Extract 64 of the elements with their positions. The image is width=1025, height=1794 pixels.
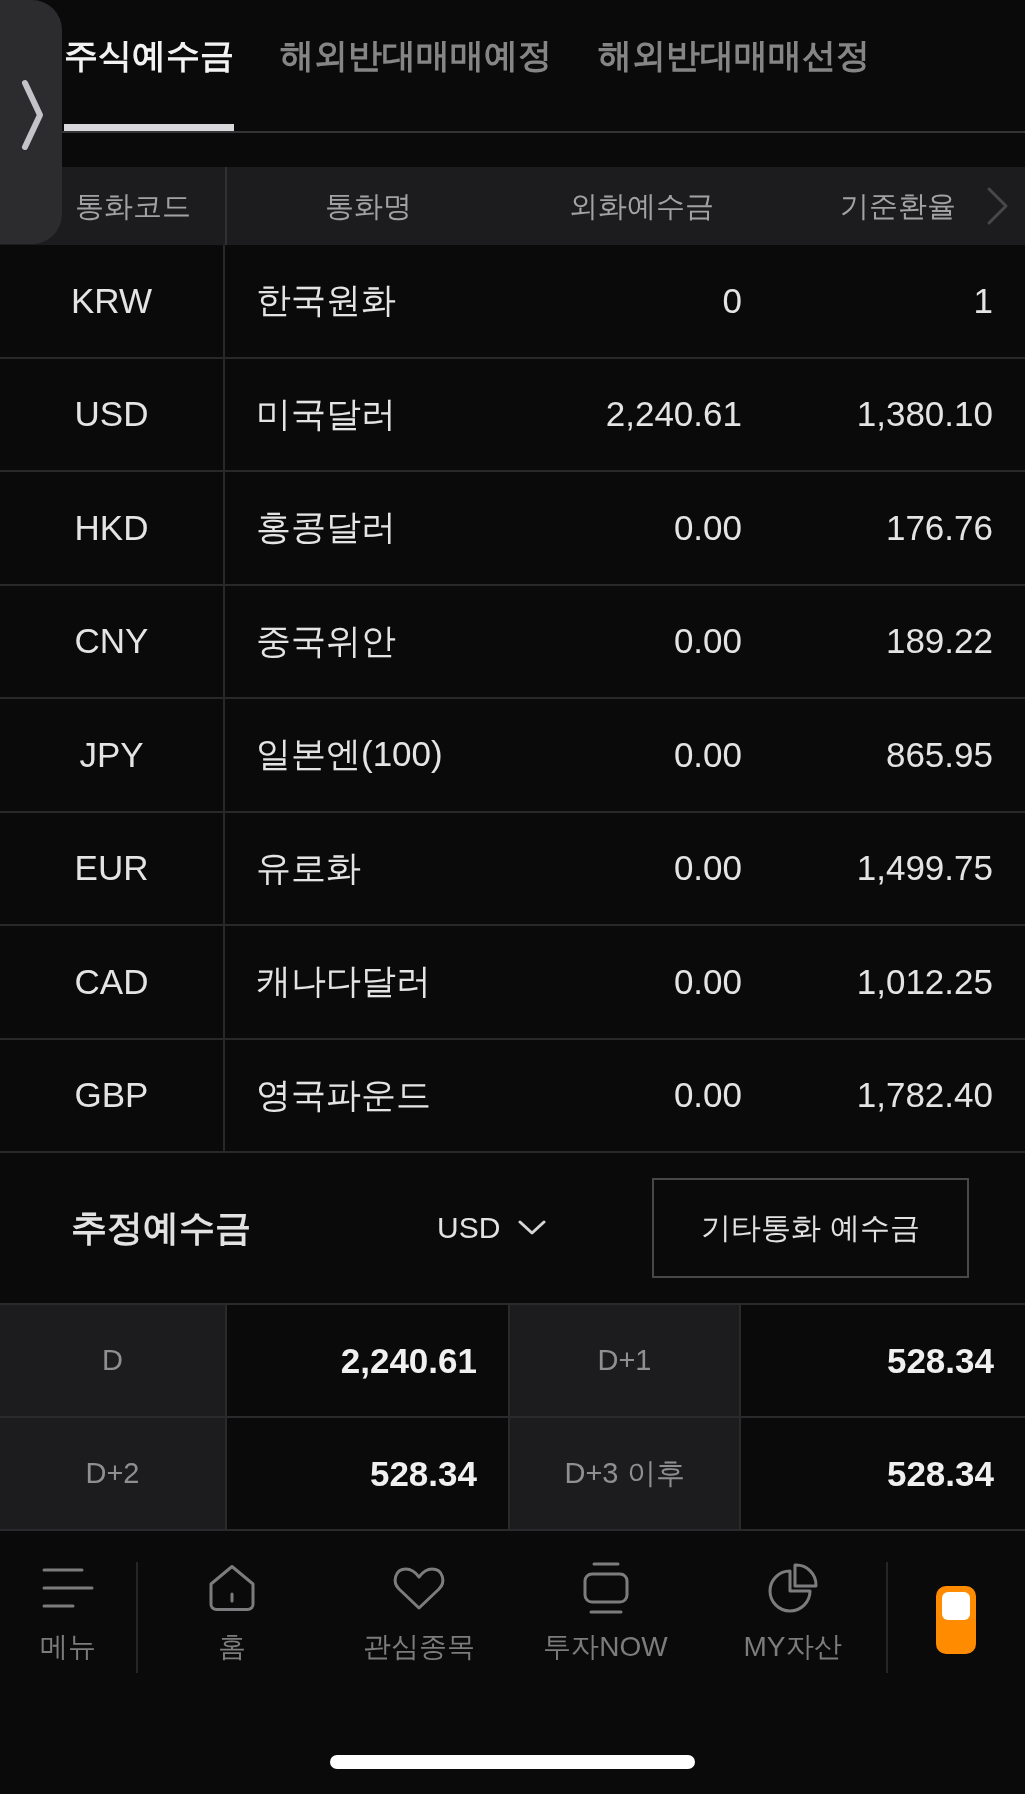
table-cell-text: 2,240.61: [604, 393, 743, 436]
table-cell-text: 0.00: [672, 620, 743, 663]
shortcut-button[interactable]: [936, 1586, 976, 1654]
table-cell: CNY: [0, 585, 225, 697]
table-cell-text: 0.00: [672, 733, 743, 776]
table-cell: 528.34: [227, 1418, 508, 1529]
table-cell: USD: [0, 358, 225, 470]
table-cell-text: 1: [972, 279, 994, 322]
nav-item[interactable]: MY자산: [699, 1531, 886, 1663]
row-header: D+2: [0, 1418, 225, 1529]
table-cell-text: 0.00: [672, 847, 743, 890]
table-cell: HKD: [0, 472, 225, 584]
column-header: 통화명: [324, 189, 412, 223]
table-cell-text: 0.00: [672, 960, 743, 1003]
table-cell: EUR: [0, 812, 225, 924]
table-cell-text: 유로화: [255, 846, 362, 889]
table-cell: 528.34: [741, 1305, 1025, 1416]
table-cell: GBP: [0, 1039, 225, 1151]
table-cell-text: 189.22: [884, 620, 994, 663]
table-cell-text: 홍콩달러: [255, 506, 397, 549]
row-header: D+3 이후: [510, 1418, 739, 1529]
pie-chart-icon: [766, 1562, 819, 1614]
nav-item[interactable]: 투자NOW: [512, 1531, 699, 1663]
table-cell: 2,240.61: [227, 1305, 508, 1416]
other-currency-button[interactable]: 기타통화 예수금: [652, 1178, 969, 1278]
toggle-switch-icon: [936, 1586, 976, 1654]
table-cell-text: 캐나다달러: [255, 960, 432, 1003]
home-icon: [207, 1564, 256, 1612]
table-cell-text: 176.76: [884, 506, 994, 549]
table-cell: 528.34: [741, 1418, 1025, 1529]
table-cell-text: 일본엔(100): [255, 733, 444, 776]
stacked-cards-icon: [582, 1562, 629, 1614]
table-cell-text: 미국달러: [255, 392, 397, 435]
row-header: D+1: [510, 1305, 739, 1416]
side-panel-handle[interactable]: [0, 0, 62, 244]
tab[interactable]: 주식예수금: [64, 0, 234, 131]
menu-icon: [42, 1567, 94, 1609]
table-cell-text: 1,012.25: [855, 960, 994, 1003]
column-header: 외화예수금: [568, 189, 714, 223]
currency-dropdown[interactable]: USD: [437, 1211, 547, 1245]
column-header: 기준환율: [840, 189, 956, 223]
chevron-right-icon: [21, 79, 45, 151]
table-cell-text: 영국파운드: [255, 1073, 432, 1116]
table-cell-text: 0.00: [672, 506, 743, 549]
chevron-down-icon: [518, 1220, 547, 1236]
table-cell-text: 1,380.10: [855, 393, 994, 436]
nav-item[interactable]: 관심종목: [325, 1531, 512, 1663]
nav-item[interactable]: 홈: [138, 1531, 325, 1663]
table-cell: CAD: [0, 926, 225, 1038]
table-cell-text: 0.00: [672, 1074, 743, 1117]
column-header: 통화코드: [74, 189, 191, 223]
table-cell: KRW: [0, 245, 225, 357]
table-cell-text: 865.95: [884, 733, 994, 776]
table-cell-text: 중국위안: [255, 619, 397, 662]
table-cell: JPY: [0, 699, 225, 811]
table-cell-text: 한국원화: [255, 279, 397, 322]
table-cell-text: 1,499.75: [855, 847, 994, 890]
row-header: D: [0, 1305, 225, 1416]
nav-item[interactable]: 메뉴: [0, 1531, 136, 1663]
table-cell-text: 0: [721, 279, 743, 322]
section-title: 추정예수금: [71, 1205, 251, 1250]
table-cell-text: 1,782.40: [855, 1074, 994, 1117]
tab[interactable]: 해외반대매매예정: [280, 0, 552, 131]
tab[interactable]: 해외반대매매선정: [598, 0, 870, 131]
